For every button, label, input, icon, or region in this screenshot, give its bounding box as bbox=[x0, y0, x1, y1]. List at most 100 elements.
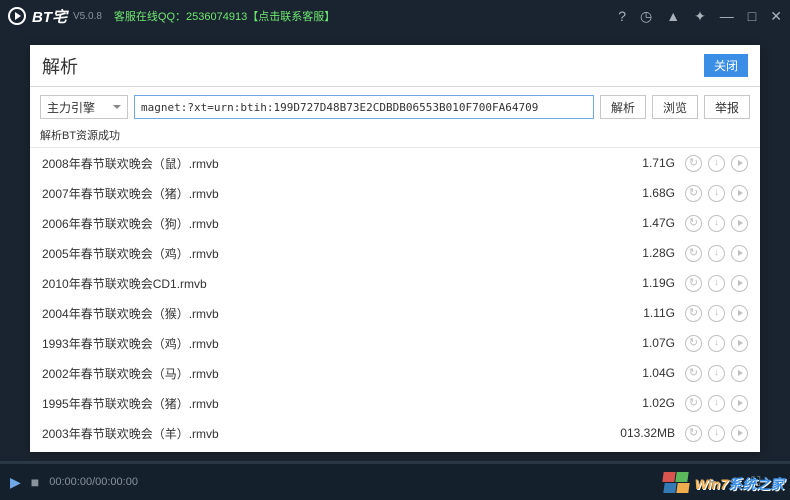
play-button[interactable]: ▶ bbox=[10, 474, 21, 491]
download-icon[interactable] bbox=[708, 425, 725, 442]
file-name: 2007年春节联欢晚会（猪）.rmvb bbox=[42, 185, 599, 202]
row-actions bbox=[685, 365, 748, 382]
row-actions bbox=[685, 185, 748, 202]
refresh-icon[interactable] bbox=[685, 155, 702, 172]
table-row[interactable]: 1995年春节联欢晚会（猪）.rmvb1.02G bbox=[30, 388, 760, 418]
time-display: 00:00:00/00:00:00 bbox=[49, 476, 138, 488]
engine-select[interactable]: 主力引擎 bbox=[40, 95, 128, 119]
table-row[interactable]: 2006年春节联欢晚会（狗）.rmvb1.47G bbox=[30, 208, 760, 238]
download-icon[interactable] bbox=[708, 395, 725, 412]
refresh-icon[interactable] bbox=[685, 275, 702, 292]
file-name: 2004年春节联欢晚会（猴）.rmvb bbox=[42, 305, 599, 322]
customer-service-link[interactable]: 客服在线QQ：2536074913【点击联系客服】 bbox=[114, 8, 335, 24]
file-size: 013.32MB bbox=[599, 426, 675, 440]
toolbar: 主力引擎 解析 浏览 举报 bbox=[30, 87, 760, 127]
play-icon[interactable] bbox=[731, 395, 748, 412]
player-bar: ▶ ■ 00:00:00/00:00:00 🕪 ⟲ ⛶ ≡ bbox=[0, 464, 790, 500]
refresh-icon[interactable] bbox=[685, 305, 702, 322]
panel-close-button[interactable]: 关闭 bbox=[704, 54, 748, 77]
download-icon[interactable] bbox=[708, 335, 725, 352]
download-icon[interactable] bbox=[708, 365, 725, 382]
minimize-icon[interactable]: — bbox=[720, 8, 734, 25]
file-name: 2008年春节联欢晚会（鼠）.rmvb bbox=[42, 155, 599, 172]
parse-button[interactable]: 解析 bbox=[600, 95, 646, 119]
file-name: 2005年春节联欢晚会（鸡）.rmvb bbox=[42, 245, 599, 262]
row-actions bbox=[685, 335, 748, 352]
browse-button[interactable]: 浏览 bbox=[652, 95, 698, 119]
file-size: 1.68G bbox=[599, 186, 675, 200]
download-icon[interactable] bbox=[708, 185, 725, 202]
download-icon[interactable] bbox=[708, 245, 725, 262]
file-size: 1.47G bbox=[599, 216, 675, 230]
file-name: 1995年春节联欢晚会（猪）.rmvb bbox=[42, 395, 599, 412]
clock-icon[interactable]: ◷ bbox=[640, 8, 652, 25]
table-row[interactable]: 2004年春节联欢晚会（猴）.rmvb1.11G bbox=[30, 298, 760, 328]
table-row[interactable]: 2010年春节联欢晚会CD1.rmvb1.19G bbox=[30, 268, 760, 298]
play-icon[interactable] bbox=[731, 215, 748, 232]
play-icon[interactable] bbox=[731, 245, 748, 262]
file-name: 2002年春节联欢晚会（马）.rmvb bbox=[42, 365, 599, 382]
row-actions bbox=[685, 155, 748, 172]
download-icon[interactable] bbox=[708, 155, 725, 172]
pin-icon[interactable]: ✦ bbox=[694, 8, 706, 25]
refresh-icon[interactable] bbox=[685, 185, 702, 202]
refresh-icon[interactable] bbox=[685, 395, 702, 412]
maximize-icon[interactable]: □ bbox=[748, 8, 756, 25]
titlebar-controls: ? ◷ ▲ ✦ — □ ✕ bbox=[618, 8, 782, 25]
file-name: 2010年春节联欢晚会CD1.rmvb bbox=[42, 275, 599, 292]
play-icon[interactable] bbox=[731, 335, 748, 352]
playlist-icon[interactable]: ≡ bbox=[772, 475, 780, 490]
magnet-input[interactable] bbox=[134, 95, 594, 119]
file-name: 1993年春节联欢晚会（鸡）.rmvb bbox=[42, 335, 599, 352]
file-name: 2006年春节联欢晚会（狗）.rmvb bbox=[42, 215, 599, 232]
file-size: 1.28G bbox=[599, 246, 675, 260]
file-name: 2003年春节联欢晚会（羊）.rmvb bbox=[42, 425, 599, 442]
panel-header: 解析 关闭 bbox=[30, 45, 760, 87]
file-size: 1.11G bbox=[599, 306, 675, 320]
download-icon[interactable] bbox=[708, 305, 725, 322]
file-list[interactable]: 2008年春节联欢晚会（鼠）.rmvb1.71G2007年春节联欢晚会（猪）.r… bbox=[30, 147, 760, 452]
file-size: 1.19G bbox=[599, 276, 675, 290]
fullscreen-icon[interactable]: ⛶ bbox=[751, 474, 760, 490]
volume-icon[interactable]: 🕪 bbox=[708, 474, 716, 490]
report-button[interactable]: 举报 bbox=[704, 95, 750, 119]
player-controls: 🕪 ⟲ ⛶ ≡ bbox=[708, 474, 780, 490]
row-actions bbox=[685, 275, 748, 292]
row-actions bbox=[685, 305, 748, 322]
play-icon[interactable] bbox=[731, 275, 748, 292]
table-row[interactable]: 2005年春节联欢晚会（鸡）.rmvb1.28G bbox=[30, 238, 760, 268]
play-icon[interactable] bbox=[731, 425, 748, 442]
refresh-icon[interactable] bbox=[685, 215, 702, 232]
file-size: 1.71G bbox=[599, 156, 675, 170]
file-size: 1.02G bbox=[599, 396, 675, 410]
logo-icon bbox=[8, 7, 26, 25]
play-icon[interactable] bbox=[731, 155, 748, 172]
download-icon[interactable] bbox=[708, 215, 725, 232]
close-icon[interactable]: ✕ bbox=[770, 8, 782, 25]
row-actions bbox=[685, 215, 748, 232]
play-icon[interactable] bbox=[731, 365, 748, 382]
stop-button[interactable]: ■ bbox=[31, 474, 39, 490]
refresh-icon[interactable] bbox=[685, 335, 702, 352]
download-icon[interactable] bbox=[708, 275, 725, 292]
refresh-icon[interactable] bbox=[685, 245, 702, 262]
table-row[interactable]: 2003年春节联欢晚会（羊）.rmvb013.32MB bbox=[30, 418, 760, 448]
engine-label: 主力引擎 bbox=[47, 99, 95, 116]
table-row[interactable]: 1997年春节联欢晚会（牛）.rmvb005.47MB bbox=[30, 448, 760, 452]
row-actions bbox=[685, 245, 748, 262]
help-icon[interactable]: ? bbox=[618, 8, 626, 25]
row-actions bbox=[685, 425, 748, 442]
table-row[interactable]: 2002年春节联欢晚会（马）.rmvb1.04G bbox=[30, 358, 760, 388]
table-row[interactable]: 1993年春节联欢晚会（鸡）.rmvb1.07G bbox=[30, 328, 760, 358]
play-icon[interactable] bbox=[731, 185, 748, 202]
loop-icon[interactable]: ⟲ bbox=[728, 474, 739, 490]
refresh-icon[interactable] bbox=[685, 365, 702, 382]
refresh-icon[interactable] bbox=[685, 425, 702, 442]
table-row[interactable]: 2008年春节联欢晚会（鼠）.rmvb1.71G bbox=[30, 148, 760, 178]
play-icon[interactable] bbox=[731, 305, 748, 322]
table-row[interactable]: 2007年春节联欢晚会（猪）.rmvb1.68G bbox=[30, 178, 760, 208]
file-size: 1.07G bbox=[599, 336, 675, 350]
user-icon[interactable]: ▲ bbox=[666, 8, 680, 25]
row-actions bbox=[685, 395, 748, 412]
file-size: 1.04G bbox=[599, 366, 675, 380]
